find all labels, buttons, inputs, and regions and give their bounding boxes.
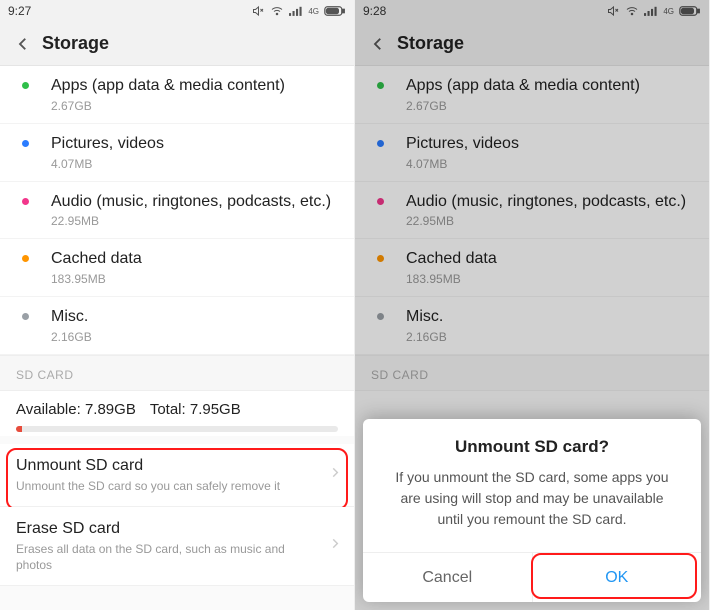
- erase-sd-button[interactable]: Erase SD card Erases all data on the SD …: [0, 507, 354, 586]
- item-size: 183.95MB: [51, 272, 340, 286]
- chevron-left-icon: [369, 35, 387, 53]
- item-title: Pictures, videos: [51, 134, 340, 155]
- list-item[interactable]: Apps (app data & media content) 2.67GB: [0, 66, 354, 124]
- category-dot-icon: [377, 198, 384, 205]
- action-title: Unmount SD card: [16, 456, 318, 477]
- item-size: 2.67GB: [406, 99, 695, 113]
- status-icons: 4G: [606, 5, 701, 17]
- item-size: 4.07MB: [51, 157, 340, 171]
- phone-right: 9:28 4G Storage Apps (app data & media c…: [355, 0, 710, 610]
- item-title: Apps (app data & media content): [406, 76, 695, 97]
- unmount-dialog: Unmount SD card? If you unmount the SD c…: [363, 419, 701, 602]
- chevron-left-icon: [14, 35, 32, 53]
- back-button[interactable]: [365, 31, 391, 57]
- phone-left: 9:27 4G Storage Apps (app data & media c…: [0, 0, 355, 610]
- item-size: 183.95MB: [406, 272, 695, 286]
- sd-stats: Available: 7.89GB Total: 7.95GB: [0, 391, 354, 436]
- action-desc: Unmount the SD card so you can safely re…: [16, 479, 318, 495]
- dialog-buttons: Cancel OK: [363, 552, 701, 602]
- list-item[interactable]: Pictures, videos 4.07MB: [355, 124, 709, 182]
- category-dot-icon: [377, 313, 384, 320]
- wifi-icon: [625, 5, 639, 17]
- sd-usage-bar: [16, 426, 338, 432]
- wifi-icon: [270, 5, 284, 17]
- action-desc: Erases all data on the SD card, such as …: [16, 542, 318, 573]
- item-size: 22.95MB: [51, 214, 340, 228]
- list-item[interactable]: Cached data 183.95MB: [0, 239, 354, 297]
- item-size: 22.95MB: [406, 214, 695, 228]
- page-title: Storage: [397, 33, 464, 54]
- list-item[interactable]: Misc. 2.16GB: [355, 297, 709, 355]
- item-title: Pictures, videos: [406, 134, 695, 155]
- sd-available: Available: 7.89GB: [16, 401, 136, 418]
- category-dot-icon: [22, 140, 29, 147]
- unmount-sd-button[interactable]: Unmount SD card Unmount the SD card so y…: [0, 444, 354, 507]
- item-title: Apps (app data & media content): [51, 76, 340, 97]
- cancel-button[interactable]: Cancel: [363, 553, 532, 602]
- list-item[interactable]: Misc. 2.16GB: [0, 297, 354, 355]
- sd-section-header: SD CARD: [0, 355, 354, 391]
- category-dot-icon: [377, 82, 384, 89]
- category-dot-icon: [22, 313, 29, 320]
- list-item[interactable]: Apps (app data & media content) 2.67GB: [355, 66, 709, 124]
- category-dot-icon: [22, 198, 29, 205]
- list-item[interactable]: Audio (music, ringtones, podcasts, etc.)…: [355, 182, 709, 240]
- status-time: 9:28: [363, 4, 386, 18]
- category-dot-icon: [22, 82, 29, 89]
- signal-icon: [289, 5, 303, 17]
- item-title: Cached data: [51, 249, 340, 270]
- status-bar: 9:27 4G: [0, 0, 354, 22]
- dialog-message: If you unmount the SD card, some apps yo…: [363, 467, 701, 552]
- item-size: 2.67GB: [51, 99, 340, 113]
- storage-list: Apps (app data & media content) 2.67GB P…: [0, 66, 354, 355]
- list-item[interactable]: Pictures, videos 4.07MB: [0, 124, 354, 182]
- chevron-right-icon: [328, 466, 342, 485]
- item-title: Misc.: [51, 307, 340, 328]
- category-dot-icon: [22, 255, 29, 262]
- ok-button[interactable]: OK: [532, 553, 702, 602]
- item-title: Audio (music, ringtones, podcasts, etc.): [406, 192, 695, 213]
- page-title: Storage: [42, 33, 109, 54]
- item-title: Audio (music, ringtones, podcasts, etc.): [51, 192, 340, 213]
- item-size: 4.07MB: [406, 157, 695, 171]
- list-item[interactable]: Cached data 183.95MB: [355, 239, 709, 297]
- signal-icon: [644, 5, 658, 17]
- status-icons: 4G: [251, 5, 346, 17]
- storage-list: Apps (app data & media content) 2.67GB P…: [355, 66, 709, 355]
- page-header: Storage: [355, 22, 709, 66]
- status-time: 9:27: [8, 4, 31, 18]
- list-item[interactable]: Audio (music, ringtones, podcasts, etc.)…: [0, 182, 354, 240]
- battery-icon: [679, 5, 701, 17]
- sd-total: Total: 7.95GB: [150, 401, 241, 418]
- chevron-right-icon: [328, 537, 342, 556]
- category-dot-icon: [377, 255, 384, 262]
- item-title: Misc.: [406, 307, 695, 328]
- mute-icon: [251, 5, 265, 17]
- mute-icon: [606, 5, 620, 17]
- network-label: 4G: [308, 7, 319, 16]
- battery-icon: [324, 5, 346, 17]
- item-size: 2.16GB: [51, 330, 340, 344]
- dialog-title: Unmount SD card?: [363, 419, 701, 467]
- category-dot-icon: [377, 140, 384, 147]
- back-button[interactable]: [10, 31, 36, 57]
- item-size: 2.16GB: [406, 330, 695, 344]
- action-title: Erase SD card: [16, 519, 318, 540]
- status-bar: 9:28 4G: [355, 0, 709, 22]
- sd-section-header: SD CARD: [355, 355, 709, 391]
- page-header: Storage: [0, 22, 354, 66]
- network-label: 4G: [663, 7, 674, 16]
- item-title: Cached data: [406, 249, 695, 270]
